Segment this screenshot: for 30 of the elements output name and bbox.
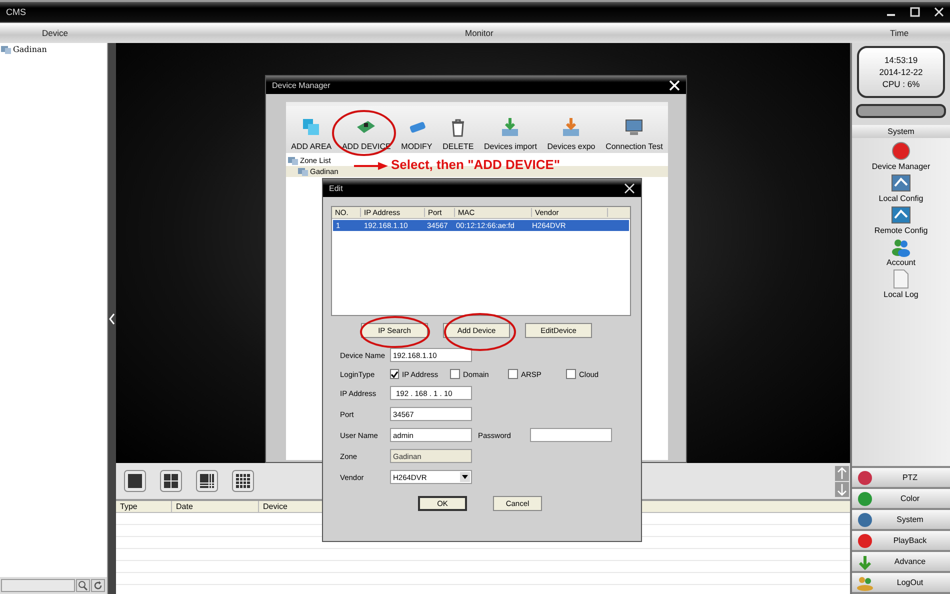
- date-text: 2014-12-22: [879, 67, 923, 77]
- toolbar-button[interactable]: MODIFY: [401, 117, 432, 151]
- header-label: Monitor: [465, 28, 494, 38]
- side-button[interactable]: PTZ: [852, 468, 950, 487]
- system-menu-item[interactable]: Local Log: [884, 269, 918, 299]
- window-title: CMS: [6, 7, 26, 17]
- header-label: Device: [42, 28, 68, 38]
- system-menu-item[interactable]: Remote Config: [874, 205, 928, 235]
- side-button[interactable]: Advance: [852, 552, 950, 571]
- time-text: 14:53:19: [884, 55, 918, 65]
- cpu-text: CPU : 6%: [882, 79, 920, 89]
- side-button[interactable]: System: [852, 510, 950, 529]
- side-button[interactable]: Color: [852, 489, 950, 508]
- side-button[interactable]: LogOut: [852, 573, 950, 592]
- section-header: System: [852, 125, 950, 138]
- header-label: Time: [890, 28, 909, 38]
- system-menu-item[interactable]: Local Config: [878, 173, 924, 203]
- system-menu-item[interactable]: Account: [886, 237, 916, 267]
- toolbar-button[interactable]: Devices expo: [547, 117, 596, 151]
- dialog-title: Edit: [329, 184, 343, 192]
- toolbar-button[interactable]: DELETE: [442, 117, 474, 151]
- dialog-title: Device Manager: [272, 80, 330, 90]
- tree-item[interactable]: Gadinan: [13, 45, 47, 54]
- column-header: Date: [172, 501, 259, 512]
- system-menu-item[interactable]: Device Manager: [872, 141, 930, 171]
- toolbar-button[interactable]: Devices import: [484, 117, 537, 151]
- toolbar-button[interactable]: Connection Test: [606, 117, 663, 151]
- side-button[interactable]: PlayBack: [852, 531, 950, 550]
- column-header: Type: [116, 501, 172, 512]
- toolbar-button[interactable]: ADD AREA: [291, 117, 332, 151]
